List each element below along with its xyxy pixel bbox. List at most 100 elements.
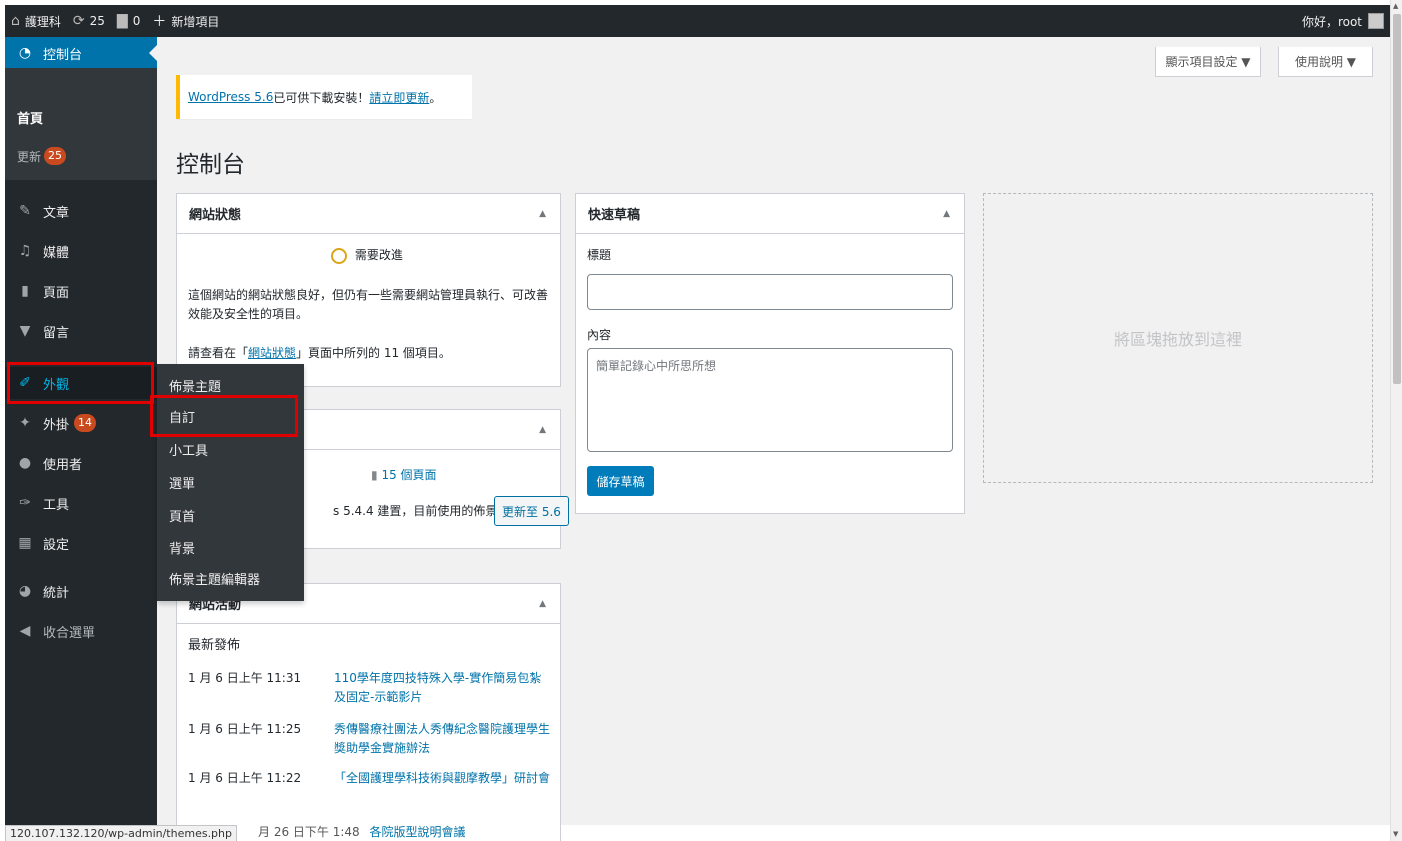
collapse-arrow-icon[interactable]: ▲ xyxy=(539,209,546,219)
flyout-widgets[interactable]: 小工具 xyxy=(169,440,208,459)
wordpress-version-link[interactable]: WordPress 5.6 xyxy=(188,90,273,104)
site-health-link[interactable]: 網站狀態 xyxy=(248,346,296,360)
update-badge: 25 xyxy=(44,147,67,165)
pages-count-label: 15 個頁面 xyxy=(381,468,437,482)
flyout-theme-editor[interactable]: 佈景主題編輯器 xyxy=(169,569,260,588)
post-date: 1 月 6 日上午 11:31 xyxy=(188,671,302,685)
menu-label: 收合選單 xyxy=(43,625,96,641)
flyout-themes[interactable]: 佈景主題 xyxy=(169,376,221,395)
flyout-background[interactable]: 背景 xyxy=(169,538,195,557)
menu-settings[interactable]: ▦ 設定 xyxy=(5,527,157,559)
menu-label: 留言 xyxy=(43,325,70,341)
updates-count: 25 xyxy=(89,14,105,28)
draft-content-placeholder: 簡單記錄心中所思所想 xyxy=(596,359,717,373)
post-title-link[interactable]: 「全國護理學科技術與觀摩教學」研討會 xyxy=(334,769,552,788)
health-status-label: 需要改進 xyxy=(354,248,403,262)
new-content-link[interactable]: ＋ 新增項目 xyxy=(146,5,225,37)
settings-icon: ▦ xyxy=(18,535,32,551)
page-scrollbar[interactable]: ▲ ▼ xyxy=(1390,0,1402,841)
comment-icon: ▼ xyxy=(19,323,31,339)
menu-label: 工具 xyxy=(43,497,70,513)
update-notice: WordPress 5.6 已可供下載安裝！ 請立即更新 。 xyxy=(176,75,472,119)
collapse-arrow-icon[interactable]: ▲ xyxy=(943,209,950,219)
update-to-5-6-button[interactable]: 更新至 5.6 xyxy=(494,496,569,526)
main-content: 顯示項目設定 ▼ 使用說明 ▼ WordPress 5.6 已可供下載安裝！ 請… xyxy=(157,37,1390,841)
draft-title-label: 標題 xyxy=(587,248,612,262)
menu-media[interactable]: ♫ 媒體 xyxy=(5,235,157,267)
activity-widget: 網站活動 ▲ 最新發佈 1 月 6 日上午 11:31 110學年度四技特殊入學… xyxy=(176,583,561,841)
quick-draft-widget: 快速草稿 ▲ 標題 內容 簡單記錄心中所思所想 儲存草稿 xyxy=(575,193,965,514)
help-button[interactable]: 使用說明 ▼ xyxy=(1278,47,1373,77)
flyout-menus[interactable]: 選單 xyxy=(169,473,195,492)
wrench-icon: ✑ xyxy=(19,495,31,511)
updates-icon: ⟳ xyxy=(72,13,85,29)
draft-content-label: 內容 xyxy=(587,328,612,342)
health-footer-pre: 請查看在「 xyxy=(188,346,249,360)
draft-content-textarea[interactable]: 簡單記錄心中所思所想 xyxy=(587,348,953,452)
health-status: 需要改進 xyxy=(331,246,403,265)
pages-count-link[interactable]: ▮ 15 個頁面 xyxy=(371,466,437,485)
scrollbar-thumb[interactable] xyxy=(1393,14,1401,384)
page-icon: ▮ xyxy=(371,468,378,482)
scroll-down-icon[interactable]: ▼ xyxy=(1393,830,1398,838)
dashboard-icon: ◔ xyxy=(18,45,32,61)
menu-label: 文章 xyxy=(43,205,70,221)
greeting: 你好，root xyxy=(1301,14,1362,29)
menu-pages[interactable]: ▮ 頁面 xyxy=(5,275,157,307)
site-health-header[interactable]: 網站狀態 ▲ xyxy=(177,194,560,234)
menu-label: 設定 xyxy=(43,537,70,553)
submenu-home[interactable]: 首頁 xyxy=(17,108,43,127)
menu-users[interactable]: ● 使用者 xyxy=(5,447,157,479)
brush-icon: ✐ xyxy=(19,375,31,391)
site-name-link[interactable]: ⌂ 護理科 xyxy=(5,5,67,37)
page-title: 控制台 xyxy=(176,152,245,178)
collapse-arrow-icon[interactable]: ▲ xyxy=(539,599,546,609)
post-date: 1 月 6 日上午 11:22 xyxy=(188,771,302,785)
save-draft-button[interactable]: 儲存草稿 xyxy=(587,466,654,496)
post-title-link[interactable]: 110學年度四技特殊入學-實作簡易包紮及固定-示範影片 xyxy=(334,669,552,707)
collapse-menu[interactable]: ◀ 收合選單 xyxy=(5,615,157,647)
admin-sidebar: ◔ 控制台 首頁 更新 25 ✎ 文章 ♫ 媒體 ▮ 頁面 ▼ 留言 ✐ 外觀 … xyxy=(5,37,157,825)
quick-draft-title: 快速草稿 xyxy=(588,208,641,223)
flyout-customize[interactable]: 自訂 xyxy=(169,407,195,426)
post-title-link[interactable]: 秀傳醫療社團法人秀傳紀念醫院護理學生獎助學金實施辦法 xyxy=(334,720,552,758)
scroll-up-icon[interactable]: ▲ xyxy=(1393,2,1398,10)
health-footer-post: 」頁面中所列的 11 個項目。 xyxy=(296,346,451,360)
draft-title-input[interactable] xyxy=(587,274,953,310)
media-icon: ♫ xyxy=(18,243,32,259)
site-health-widget: 網站狀態 ▲ 需要改進 這個網站的網站狀態良好，但仍有一些需要網站管理員執行、可… xyxy=(176,193,561,387)
menu-comments[interactable]: ▼ 留言 xyxy=(5,315,157,347)
collapse-arrow-icon[interactable]: ▲ xyxy=(539,425,546,435)
comments-link[interactable]: ▇ 0 xyxy=(111,5,146,37)
menu-tools[interactable]: ✑ 工具 xyxy=(5,487,157,519)
site-health-title: 網站狀態 xyxy=(189,208,242,223)
submenu-update[interactable]: 更新 25 xyxy=(17,147,67,165)
flyout-header[interactable]: 頁首 xyxy=(169,506,195,525)
my-account-link[interactable]: 你好，root xyxy=(1296,5,1390,37)
menu-dashboard[interactable]: ◔ 控制台 xyxy=(5,37,157,69)
activity-last-row: 月 26 日下午 1:48 各院版型說明會議 xyxy=(258,825,466,840)
chart-icon: ◕ xyxy=(18,583,32,599)
updates-link[interactable]: ⟳ 25 xyxy=(67,5,111,37)
menu-plugins[interactable]: ✦ 外掛 14 xyxy=(5,407,157,439)
post-date: 1 月 6 日上午 11:25 xyxy=(188,722,302,736)
appearance-flyout-menu: 佈景主題 自訂 小工具 選單 頁首 背景 佈景主題編輯器 xyxy=(157,364,304,601)
menu-appearance[interactable]: ✐ 外觀 xyxy=(5,367,157,399)
menu-posts[interactable]: ✎ 文章 xyxy=(5,195,157,227)
quick-draft-header[interactable]: 快速草稿 ▲ xyxy=(576,194,964,234)
version-text: s 5.4.4 建置，目前使用的佈景 xyxy=(333,504,498,518)
post-title-link[interactable]: 各院版型說明會議 xyxy=(370,825,466,839)
menu-stats[interactable]: ◕ 統計 xyxy=(5,575,157,607)
site-name: 護理科 xyxy=(24,14,61,29)
menu-label: 外掛 xyxy=(43,417,70,433)
menu-label: 使用者 xyxy=(43,457,83,473)
screen-options-button[interactable]: 顯示項目設定 ▼ xyxy=(1155,47,1261,77)
menu-label: 控制台 xyxy=(43,47,83,63)
update-now-link[interactable]: 請立即更新 xyxy=(369,89,429,106)
notice-end: 。 xyxy=(429,90,442,105)
health-footer: 請查看在「網站狀態」頁面中所列的 11 個項目。 xyxy=(188,344,550,363)
comment-bubble-icon: ▇ xyxy=(116,13,128,29)
health-description: 這個網站的網站狀態良好，但仍有一些需要網站管理員執行、可改善效能及安全性的項目。 xyxy=(188,288,549,321)
activity-subtitle: 最新發佈 xyxy=(188,638,241,653)
menu-label: 統計 xyxy=(43,585,70,601)
